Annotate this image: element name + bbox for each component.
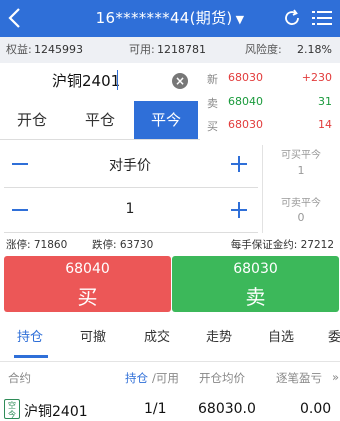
price-input[interactable]: 对手价 [60, 155, 200, 175]
col-avg-price: 开仓均价 [199, 371, 245, 385]
row-contract: 沪铜2401 [24, 404, 88, 420]
equity-label: 权益: [6, 43, 32, 56]
account-title: 16*******44(期货) [95, 9, 233, 27]
top-bar: 16*******44(期货) ▼ [0, 0, 340, 37]
buy-price: 68040 [65, 261, 110, 277]
tab-positions[interactable]: 持仓 [17, 326, 43, 345]
row-pnl: 0.00 [300, 401, 332, 417]
tab-close-today[interactable]: 平今 [134, 101, 198, 139]
chevron-left-icon[interactable] [4, 5, 28, 31]
refresh-icon[interactable] [282, 8, 302, 28]
price-minus-icon[interactable] [12, 163, 28, 165]
ask-price[interactable]: 68040 [228, 95, 263, 108]
risk-label: 风险度: [245, 43, 282, 56]
divider [4, 187, 258, 188]
bid-volume: 14 [318, 118, 332, 131]
col-available: /可用 [152, 371, 179, 385]
divider [0, 139, 200, 140]
tab-filled[interactable]: 成交 [144, 326, 170, 345]
text-cursor [117, 70, 118, 90]
tab-orders[interactable]: 委 [328, 326, 340, 345]
tab-trend[interactable]: 走势 [206, 326, 232, 345]
col-hold[interactable]: 持仓 [125, 370, 148, 386]
row-avg-price: 68030.0 [198, 401, 256, 417]
tab-watchlist[interactable]: 自选 [268, 326, 294, 345]
available-label: 可用: [129, 43, 155, 56]
margin-per-lot: 每手保证金约: 27212 [230, 239, 334, 251]
bid-label: 买 [207, 120, 218, 133]
closable-buy-value: 1 [297, 164, 305, 177]
account-summary: 权益: 1245993 可用: 1218781 风险度: 2.18% [0, 37, 340, 63]
col-contract: 合约 [8, 371, 31, 385]
active-tab-indicator [14, 355, 48, 358]
latest-change: +230 [301, 71, 332, 84]
sell-button[interactable]: 68030 卖 [172, 256, 339, 312]
more-columns-icon[interactable]: » [332, 370, 339, 384]
buy-label: 买 [77, 285, 98, 309]
short-today-badge: 空今 [4, 399, 20, 419]
quantity-input[interactable]: 1 [60, 201, 200, 217]
clear-icon[interactable]: × [172, 73, 188, 89]
latest-label: 新 [207, 73, 218, 86]
limit-up: 涨停: 71860 [6, 239, 68, 251]
equity-value: 1245993 [34, 43, 83, 56]
limit-down: 跌停: 63730 [92, 239, 154, 251]
tab-open[interactable]: 开仓 [0, 101, 64, 139]
price-plus-icon-vertical [238, 156, 240, 172]
quantity-minus-icon[interactable] [12, 209, 28, 211]
available-value: 1218781 [157, 43, 206, 56]
bid-price[interactable]: 68030 [228, 118, 263, 131]
row-hold-available: 1/1 [144, 401, 167, 417]
dropdown-caret-icon: ▼ [235, 13, 245, 26]
col-pnl: 逐笔盈亏 [276, 371, 322, 385]
ask-volume: 31 [318, 95, 332, 108]
trade-screen: 16*******44(期货) ▼ 权益: 1245993 可用: 1218781… [0, 0, 340, 421]
list-menu-icon[interactable] [311, 8, 333, 28]
closable-sell-label: 可卖平今 [281, 198, 321, 209]
ask-label: 卖 [207, 97, 218, 110]
quantity-plus-icon-vertical [238, 202, 240, 218]
closable-sell-value: 0 [297, 211, 305, 224]
risk-value: 2.18% [297, 43, 332, 56]
closable-buy-label: 可买平今 [281, 150, 321, 161]
divider [4, 232, 258, 233]
latest-price: 68030 [228, 71, 263, 84]
tab-cancelable[interactable]: 可撤 [80, 326, 106, 345]
buy-button[interactable]: 68040 买 [4, 256, 171, 312]
sell-label: 卖 [245, 285, 266, 309]
tab-close[interactable]: 平仓 [68, 101, 132, 139]
instrument-input[interactable]: 沪铜2401 [52, 70, 120, 91]
sell-price: 68030 [233, 261, 278, 277]
